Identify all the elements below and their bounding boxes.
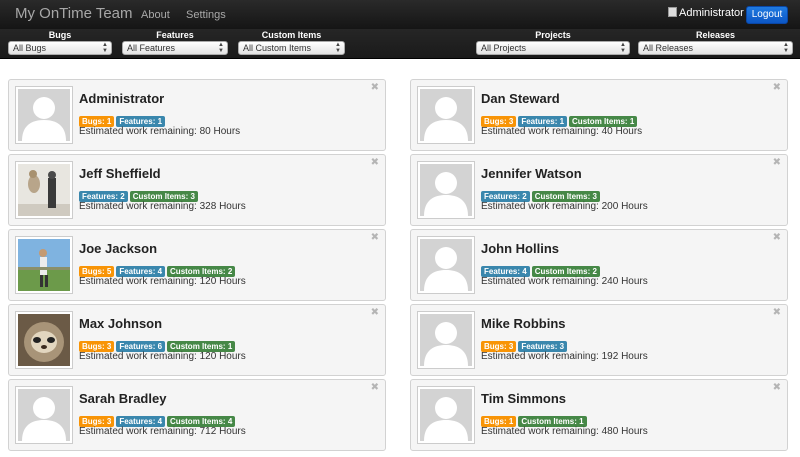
close-icon[interactable]: ✖ [773,82,781,93]
filter-custom-items-label: Custom Items [261,30,322,40]
avatar [15,161,73,219]
bugs-select-value: All Bugs [13,43,47,53]
projects-select-value: All Projects [481,43,527,53]
app-title[interactable]: My OnTime Team [15,5,133,22]
member-card[interactable]: Joe Jackson Bugs: 5 Features: 4 Custom Item… [8,229,386,301]
member-name: John Hollins [481,241,559,256]
custom-items-select[interactable]: All Custom Items ▲ ▼ [238,41,345,55]
filter-bugs: Bugs All Bugs ▲ ▼ [8,29,112,55]
select-arrows-icon: ▲ ▼ [335,42,341,54]
member-card[interactable]: Dan Steward Bugs: 3 Features: 1 Custom Item… [410,79,788,151]
avatar [417,161,475,219]
member-name: Administrator [79,91,165,106]
avatar [15,236,73,294]
work-remaining: Estimated work remaining: 80 Hours [79,126,241,137]
nav-about-link[interactable]: About [141,9,170,21]
filter-releases-label: Releases [695,30,736,40]
member-card[interactable]: Jennifer Watson Features: 2 Custom Items: … [410,154,788,226]
member-name: Jeff Sheffield [79,166,161,181]
features-select-value: All Features [127,43,176,53]
member-card[interactable]: John Hollins Features: 4 Custom Items: 2 Es… [410,229,788,301]
work-remaining: Estimated work remaining: 192 Hours [481,351,648,362]
work-remaining: Estimated work remaining: 712 Hours [79,426,246,437]
filter-features-label: Features [156,30,194,40]
filter-projects: Projects All Projects ▲ ▼ [476,29,630,55]
close-icon[interactable]: ✖ [773,382,781,393]
member-name: Dan Steward [481,91,560,106]
avatar [417,311,475,369]
close-icon[interactable]: ✖ [371,382,379,393]
filter-custom-items: Custom Items All Custom Items ▲ ▼ [238,29,345,55]
logout-button[interactable]: Logout [746,6,788,24]
avatar [15,386,73,444]
select-arrows-icon: ▲ ▼ [783,42,789,54]
select-arrows-icon: ▲ ▼ [620,42,626,54]
avatar [417,386,475,444]
select-arrows-icon: ▲ ▼ [218,42,224,54]
member-name: Mike Robbins [481,316,566,331]
filter-features: Features All Features ▲ ▼ [122,29,228,55]
filter-bar: Bugs All Bugs ▲ ▼ Features All Features ▲ ▼ … [0,29,800,59]
close-icon[interactable]: ✖ [371,157,379,168]
member-card[interactable]: Max Johnson Bugs: 3 Features: 6 Custom Item… [8,304,386,376]
projects-select[interactable]: All Projects ▲ ▼ [476,41,630,55]
close-icon[interactable]: ✖ [773,307,781,318]
work-remaining: Estimated work remaining: 328 Hours [79,201,246,212]
close-icon[interactable]: ✖ [371,82,379,93]
member-card[interactable]: Sarah Bradley Bugs: 3 Features: 4 Custom It… [8,379,386,451]
work-remaining: Estimated work remaining: 120 Hours [79,351,246,362]
work-remaining: Estimated work remaining: 240 Hours [481,276,648,287]
avatar [15,86,73,144]
work-remaining: Estimated work remaining: 480 Hours [481,426,648,437]
current-user-name: Administrator [679,7,744,19]
close-icon[interactable]: ✖ [371,232,379,243]
member-name: Tim Simmons [481,391,567,406]
member-name: Max Johnson [79,316,163,331]
member-card[interactable]: Administrator Bugs: 1 Features: 1 Estimated… [8,79,386,151]
close-icon[interactable]: ✖ [371,307,379,318]
work-remaining: Estimated work remaining: 40 Hours [481,126,643,137]
work-remaining: Estimated work remaining: 120 Hours [79,276,246,287]
member-card[interactable]: Mike Robbins Bugs: 3 Features: 3 Estimated … [410,304,788,376]
releases-select-value: All Releases [643,43,694,53]
avatar [417,86,475,144]
releases-select[interactable]: All Releases ▲ ▼ [638,41,793,55]
member-name: Joe Jackson [79,241,158,256]
member-name: Jennifer Watson [481,166,582,181]
close-icon[interactable]: ✖ [773,232,781,243]
user-icon [668,7,677,17]
filter-bugs-label: Bugs [48,30,72,40]
member-card[interactable]: Tim Simmons Bugs: 1 Custom Items: 1 Estimat… [410,379,788,451]
member-name: Sarah Bradley [79,391,167,406]
features-select[interactable]: All Features ▲ ▼ [122,41,228,55]
bugs-select[interactable]: All Bugs ▲ ▼ [8,41,112,55]
filter-releases: Releases All Releases ▲ ▼ [638,29,793,55]
custom-items-select-value: All Custom Items [243,43,312,53]
avatar [417,236,475,294]
nav-settings-link[interactable]: Settings [186,9,226,21]
top-navbar: My OnTime Team About Settings Administra… [0,0,800,29]
member-card[interactable]: Jeff Sheffield Features: 2 Custom Items: 3… [8,154,386,226]
filter-projects-label: Projects [535,30,571,40]
current-user[interactable]: Administrator [668,7,744,19]
work-remaining: Estimated work remaining: 200 Hours [481,201,648,212]
close-icon[interactable]: ✖ [773,157,781,168]
select-arrows-icon: ▲ ▼ [102,42,108,54]
avatar [15,311,73,369]
